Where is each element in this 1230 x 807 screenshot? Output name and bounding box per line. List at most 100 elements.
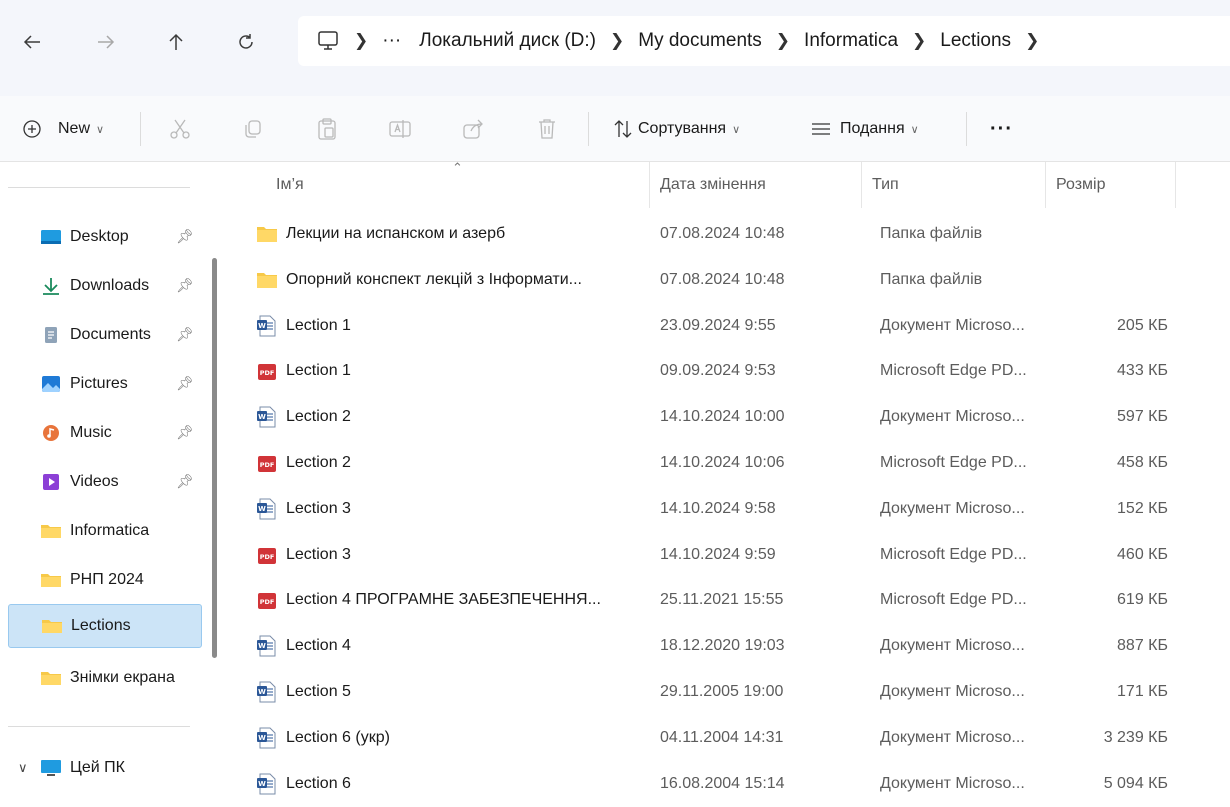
pin-icon[interactable]: 📌︎ bbox=[176, 424, 194, 441]
sidebar-item-label: Documents bbox=[70, 326, 151, 343]
pin-icon[interactable]: 📌︎ bbox=[176, 375, 194, 392]
sidebar-item-label: Pictures bbox=[70, 375, 128, 392]
file-row[interactable]: W Lection 2 14.10.2024 10:00 Документ Micro… bbox=[256, 394, 1176, 440]
file-type: Документ Microso... bbox=[880, 637, 1025, 655]
breadcrumb-overflow[interactable]: ··· bbox=[382, 30, 401, 52]
up-button[interactable] bbox=[158, 22, 194, 62]
sort-icon bbox=[614, 120, 632, 138]
breadcrumb-local-disk[interactable]: Локальний диск (D:) bbox=[419, 30, 596, 52]
file-type: Microsoft Edge PD... bbox=[880, 454, 1027, 471]
sidebar-item-desktop[interactable]: Desktop 📌︎ bbox=[8, 215, 202, 259]
chevron-down-icon[interactable]: ∨ bbox=[18, 760, 28, 776]
pin-icon[interactable]: 📌︎ bbox=[176, 473, 194, 490]
file-size: 171 КБ bbox=[1117, 683, 1168, 700]
breadcrumb-chevron-icon[interactable]: ❯ bbox=[776, 31, 790, 51]
column-header-name[interactable]: Ім’я bbox=[266, 162, 650, 208]
chevron-down-icon: ∨ bbox=[910, 123, 919, 136]
file-name: Lection 1 bbox=[286, 316, 351, 334]
file-name-cell: W Lection 6 bbox=[256, 761, 636, 807]
file-row[interactable]: Лекции на испанском и азерб 07.08.2024 10… bbox=[256, 211, 1176, 257]
new-button[interactable]: New ∨ bbox=[22, 96, 104, 162]
sidebar-item-music[interactable]: Music 📌︎ bbox=[8, 411, 202, 455]
copy-button[interactable] bbox=[242, 96, 264, 162]
back-button[interactable] bbox=[14, 22, 50, 62]
file-row[interactable]: PDF Lection 2 14.10.2024 10:06 Microsoft Ed… bbox=[256, 440, 1176, 486]
breadcrumb-lections[interactable]: Lections bbox=[940, 30, 1011, 52]
sidebar-item-documents[interactable]: Documents 📌︎ bbox=[8, 313, 202, 357]
breadcrumb-chevron-icon[interactable]: ❯ bbox=[912, 31, 926, 51]
svg-text:W: W bbox=[258, 322, 266, 330]
copy-icon bbox=[245, 120, 261, 138]
file-size: 433 КБ bbox=[1117, 362, 1168, 380]
sidebar-item-downloads[interactable]: Downloads 📌︎ bbox=[8, 264, 202, 308]
file-row[interactable]: W Lection 1 23.09.2024 9:55 Документ Micros… bbox=[256, 303, 1176, 349]
rename-button[interactable] bbox=[388, 96, 412, 162]
file-row[interactable]: W Lection 3 14.10.2024 9:58 Документ Micros… bbox=[256, 486, 1176, 532]
sidebar-item-videos[interactable]: Videos 📌︎ bbox=[8, 460, 202, 504]
column-header-date[interactable]: Дата змінення bbox=[650, 162, 862, 208]
sidebar-item-informatica[interactable]: Informatica bbox=[8, 509, 202, 553]
file-name: Lection 6 (укр) bbox=[286, 728, 390, 746]
sidebar-item-this-pc[interactable]: ∨ Цей ПК bbox=[8, 746, 202, 790]
file-date: 14.10.2024 9:59 bbox=[660, 545, 776, 563]
refresh-button[interactable] bbox=[228, 22, 264, 62]
folder-icon bbox=[41, 525, 61, 538]
pdf-icon: PDF bbox=[258, 547, 276, 564]
svg-text:W: W bbox=[258, 413, 266, 421]
file-date: 23.09.2024 9:55 bbox=[660, 316, 776, 334]
sidebar-scrollbar[interactable] bbox=[212, 258, 217, 658]
file-row[interactable]: PDF Lection 3 14.10.2024 9:59 Microsoft Edg… bbox=[256, 532, 1176, 578]
file-row[interactable]: W Lection 4 18.12.2020 19:03 Документ Micro… bbox=[256, 623, 1176, 669]
file-name: Lection 2 bbox=[286, 408, 351, 426]
view-list-icon bbox=[812, 123, 830, 135]
sidebar-item-label: Знімки екрана bbox=[70, 669, 175, 686]
folder-icon bbox=[257, 227, 277, 242]
sort-button[interactable]: Сортування ∨ bbox=[612, 96, 740, 162]
breadcrumb-chevron-icon[interactable]: ❯ bbox=[1025, 31, 1039, 51]
breadcrumb-informatica[interactable]: Informatica bbox=[804, 30, 898, 52]
column-header-size[interactable]: Розмір bbox=[1046, 162, 1176, 208]
folder-icon bbox=[41, 672, 61, 685]
refresh-icon bbox=[239, 34, 253, 49]
forward-button[interactable] bbox=[88, 22, 124, 62]
pin-icon[interactable]: 📌︎ bbox=[176, 277, 194, 294]
videos-icon bbox=[43, 474, 59, 490]
svg-text:PDF: PDF bbox=[260, 369, 275, 377]
file-row[interactable]: PDF Lection 4 ПРОГРАМНЕ ЗАБЕЗПЕЧЕННЯ... 25… bbox=[256, 577, 1176, 623]
file-name: Lection 4 ПРОГРАМНЕ ЗАБЕЗПЕЧЕННЯ... bbox=[286, 591, 601, 609]
sidebar-item-lections[interactable]: Lections bbox=[8, 604, 202, 648]
chevron-down-icon: ∨ bbox=[96, 123, 105, 136]
file-row[interactable]: PDF Lection 1 09.09.2024 9:53 Microsoft Edg… bbox=[256, 348, 1176, 394]
breadcrumb-chevron-icon[interactable]: ❯ bbox=[610, 31, 624, 51]
sidebar-item-screenshots[interactable]: Знімки екрана bbox=[8, 656, 202, 700]
pin-icon[interactable]: 📌︎ bbox=[176, 326, 194, 343]
delete-button[interactable] bbox=[536, 96, 558, 162]
more-options-button[interactable]: ··· bbox=[990, 96, 1013, 162]
column-header-type[interactable]: Тип bbox=[862, 162, 1046, 208]
toolbar-divider bbox=[588, 112, 589, 146]
sidebar-item-pictures[interactable]: Pictures 📌︎ bbox=[8, 362, 202, 406]
folder-icon bbox=[42, 620, 62, 633]
breadcrumb-chevron-icon[interactable]: ❯ bbox=[354, 31, 368, 51]
file-row[interactable]: W Lection 6 (укр) 04.11.2004 14:31 Документ… bbox=[256, 715, 1176, 761]
pin-icon[interactable]: 📌︎ bbox=[176, 228, 194, 245]
view-button[interactable]: Подання ∨ bbox=[810, 96, 919, 162]
svg-text:W: W bbox=[258, 780, 266, 788]
this-pc-icon[interactable] bbox=[316, 29, 340, 53]
breadcrumb-my-documents[interactable]: My documents bbox=[638, 30, 762, 52]
file-name-cell: Опорний конспект лекцій з Інформати... bbox=[256, 257, 636, 303]
cut-button[interactable] bbox=[168, 96, 192, 162]
file-type: Документ Microso... bbox=[880, 774, 1025, 792]
svg-text:W: W bbox=[258, 505, 266, 513]
file-row[interactable]: W Lection 5 29.11.2005 19:00 Документ Micro… bbox=[256, 669, 1176, 715]
paste-button[interactable] bbox=[316, 96, 338, 162]
file-row[interactable]: Опорний конспект лекцій з Інформати... 07… bbox=[256, 257, 1176, 303]
file-name-cell: W Lection 5 bbox=[256, 669, 636, 715]
file-row[interactable]: W Lection 6 16.08.2004 15:14 Документ Micro… bbox=[256, 761, 1176, 807]
sidebar-item-rnp-2024[interactable]: РНП 2024 bbox=[8, 558, 202, 602]
file-type: Документ Microso... bbox=[880, 683, 1025, 700]
share-button[interactable] bbox=[462, 96, 484, 162]
address-bar[interactable]: ❯ ··· Локальний диск (D:) ❯ My documents… bbox=[298, 16, 1230, 66]
file-name-cell: PDF Lection 2 bbox=[256, 440, 636, 486]
file-name: Lection 3 bbox=[286, 545, 351, 563]
